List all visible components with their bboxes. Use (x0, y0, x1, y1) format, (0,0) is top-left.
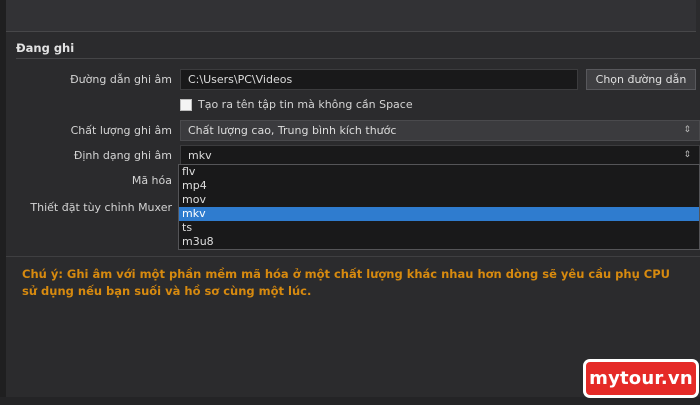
recording-format-label: Định dạng ghi âm (73, 149, 172, 162)
cpu-warning-text: Chú ý: Ghi âm với một phần mềm mã hóa ở … (22, 267, 670, 298)
muxer-label: Thiết đặt tùy chỉnh Muxer (30, 201, 172, 214)
recording-quality-select[interactable]: Chất lượng cao, Trung bình kích thước ⇕ (180, 120, 700, 141)
updown-chevron-icon: ⇕ (683, 150, 691, 160)
recording-path-label: Đường dẫn ghi âm (70, 73, 172, 86)
section-divider (16, 58, 700, 59)
browse-path-button[interactable]: Chọn đường dẫn (586, 69, 696, 90)
no-space-label: Tạo ra tên tập tin mà không cần Space (198, 98, 413, 111)
top-panel (6, 0, 696, 32)
mytour-watermark-logo: mytour.vn (586, 362, 696, 395)
warning-divider (6, 256, 700, 257)
bottom-shade (0, 397, 700, 405)
recording-quality-value: Chất lượng cao, Trung bình kích thước (188, 124, 397, 137)
settings-output-page: Đang ghi Đường dẫn ghi âm C:\Users\PC\Vi… (0, 0, 700, 405)
recording-quality-label: Chất lượng ghi âm (70, 124, 172, 137)
format-option-ts[interactable]: ts (179, 221, 699, 235)
format-option-mov[interactable]: mov (179, 193, 699, 207)
format-option-mkv[interactable]: mkv (179, 207, 699, 221)
updown-chevron-icon: ⇕ (683, 125, 691, 135)
format-option-mp4[interactable]: mp4 (179, 179, 699, 193)
recording-format-value: mkv (188, 149, 212, 162)
format-dropdown-list: flv mp4 mov mkv ts m3u8 (178, 164, 700, 250)
format-option-m3u8[interactable]: m3u8 (179, 235, 699, 249)
recording-path-input[interactable]: C:\Users\PC\Videos (180, 69, 578, 90)
no-space-checkbox[interactable] (180, 99, 192, 111)
format-option-flv[interactable]: flv (179, 165, 699, 179)
encoder-label: Mã hóa (131, 174, 172, 187)
recording-format-select[interactable]: mkv ⇕ (180, 145, 700, 165)
left-edge (0, 0, 6, 405)
section-title: Đang ghi (16, 41, 75, 55)
